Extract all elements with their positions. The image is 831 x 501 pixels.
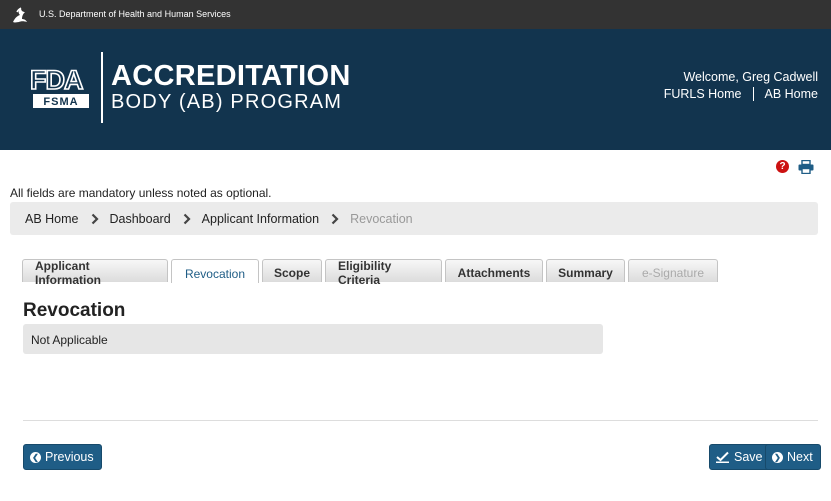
svg-text:FDA: FDA xyxy=(30,65,83,95)
link-separator xyxy=(752,87,754,101)
save-check-icon xyxy=(716,451,729,463)
save-button-label: Save xyxy=(734,450,763,464)
footer-divider xyxy=(23,420,818,421)
gov-bar: U.S. Department of Health and Human Serv… xyxy=(0,0,831,29)
next-button[interactable]: ❯ Next xyxy=(765,444,821,470)
logo-divider xyxy=(101,52,103,123)
chevron-right-icon xyxy=(91,213,99,224)
section-title: Revocation xyxy=(23,300,126,321)
tab-attachments[interactable]: Attachments xyxy=(445,259,543,282)
hhs-eagle-icon xyxy=(13,7,27,23)
site-header: FDA FSMA ACCREDITATION BODY (AB) PROGRAM… xyxy=(0,29,831,150)
next-button-label: Next xyxy=(787,450,813,464)
tab-e-signature: e-Signature xyxy=(628,259,718,282)
breadcrumb: AB Home Dashboard Applicant Information … xyxy=(10,202,818,235)
program-title: ACCREDITATION xyxy=(111,60,351,92)
print-icon[interactable] xyxy=(798,160,814,174)
save-button[interactable]: Save xyxy=(709,444,771,470)
chevron-right-icon xyxy=(183,213,191,224)
chevron-left-icon: ❮ xyxy=(30,451,41,463)
furls-home-link[interactable]: FURLS Home xyxy=(664,87,742,101)
previous-button-label: Previous xyxy=(45,450,94,464)
tab-eligibility-criteria[interactable]: Eligibility Criteria xyxy=(325,259,442,287)
revocation-value: Not Applicable xyxy=(23,324,603,354)
tab-applicant-information[interactable]: Applicant Information xyxy=(22,259,168,287)
program-subtitle: BODY (AB) PROGRAM xyxy=(111,91,343,113)
tab-revocation[interactable]: Revocation xyxy=(171,259,259,283)
tab-scope[interactable]: Scope xyxy=(262,259,322,282)
welcome-message: Welcome, Greg Cadwell xyxy=(683,70,818,84)
gov-bar-text: U.S. Department of Health and Human Serv… xyxy=(39,9,231,19)
svg-text:FSMA: FSMA xyxy=(43,96,78,108)
ab-home-link[interactable]: AB Home xyxy=(765,87,819,101)
fda-fsma-logo: FDA FSMA xyxy=(29,64,89,108)
tab-summary[interactable]: Summary xyxy=(546,259,625,282)
breadcrumb-dashboard[interactable]: Dashboard xyxy=(110,212,171,226)
help-icon[interactable]: ? xyxy=(776,160,789,173)
breadcrumb-applicant-information[interactable]: Applicant Information xyxy=(202,212,319,226)
header-links: FURLS Home AB Home xyxy=(664,87,818,101)
chevron-right-icon: ❯ xyxy=(772,451,783,463)
mandatory-note: All fields are mandatory unless noted as… xyxy=(10,186,272,200)
breadcrumb-ab-home[interactable]: AB Home xyxy=(25,212,79,226)
previous-button[interactable]: ❮ Previous xyxy=(23,444,102,470)
chevron-right-icon xyxy=(331,213,339,224)
form-tabs: Applicant Information Revocation Scope E… xyxy=(22,259,721,287)
breadcrumb-revocation: Revocation xyxy=(350,211,413,226)
